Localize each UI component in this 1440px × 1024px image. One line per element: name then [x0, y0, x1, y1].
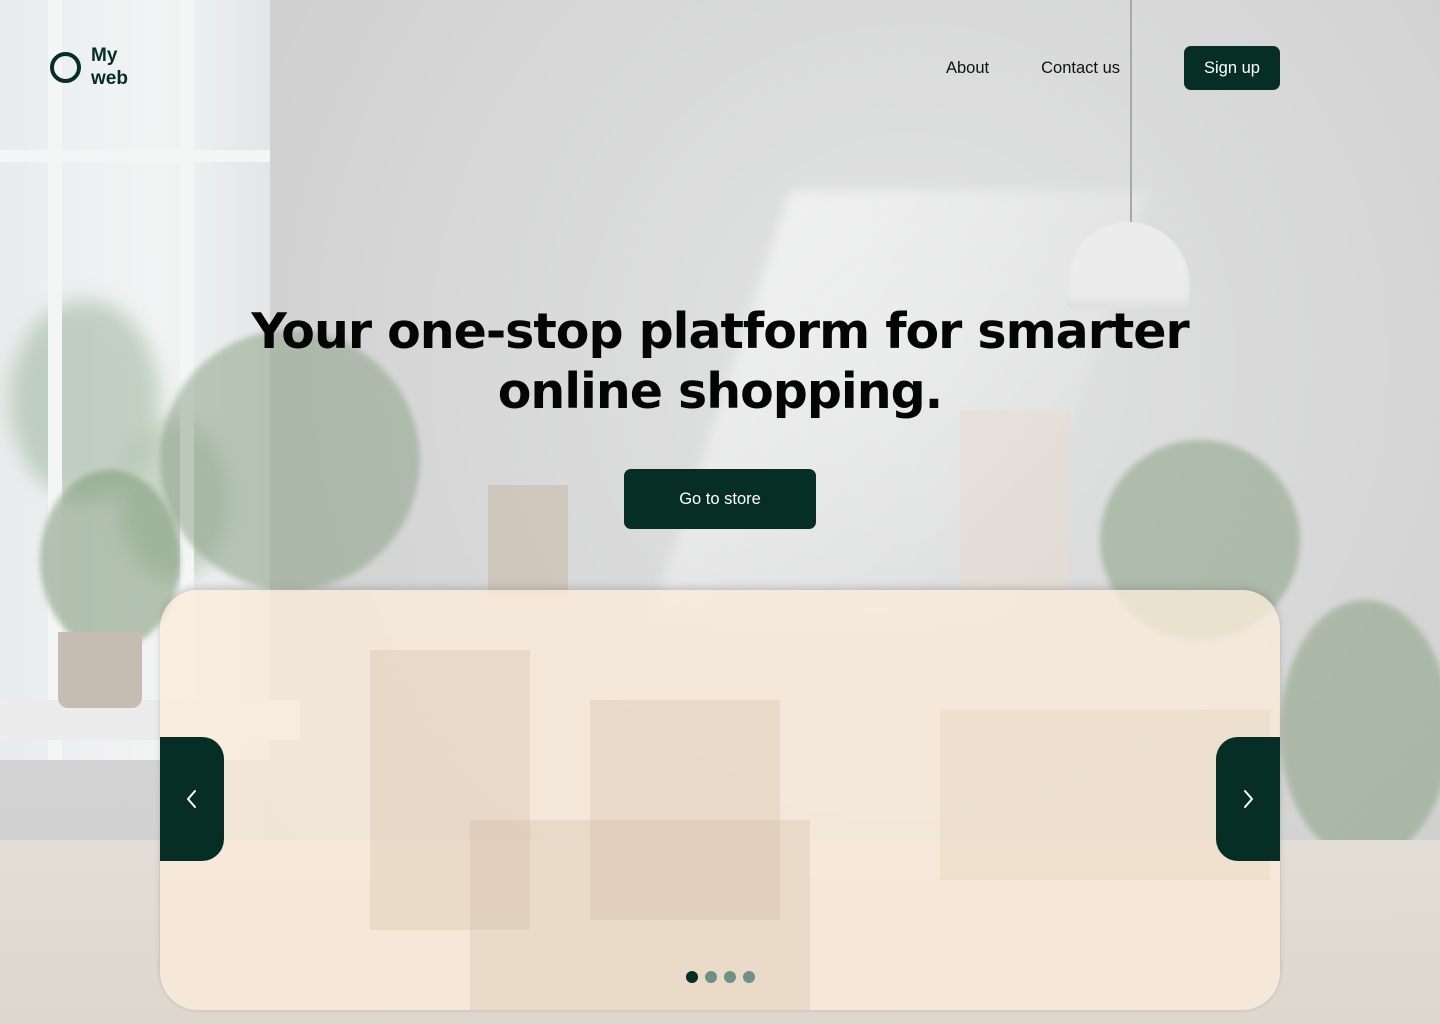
chevron-left-icon — [187, 790, 196, 808]
brand-name: My web — [91, 45, 128, 89]
carousel-dot-4[interactable] — [743, 971, 755, 983]
nav-link-about[interactable]: About — [946, 59, 989, 78]
logo-ring-icon — [50, 51, 81, 83]
carousel-dot-1[interactable] — [686, 971, 698, 983]
go-to-store-button[interactable]: Go to store — [624, 469, 816, 529]
hero-headline: Your one-stop platform for smarter onlin… — [251, 303, 1189, 420]
carousel-pagination — [686, 971, 755, 983]
carousel-dot-2[interactable] — [705, 971, 717, 983]
brand-logo[interactable]: My web — [50, 44, 141, 90]
carousel-prev-button[interactable] — [160, 737, 224, 861]
carousel-dot-3[interactable] — [724, 971, 736, 983]
top-nav: About Contact us Sign up — [946, 46, 1280, 90]
carousel-next-button[interactable] — [1216, 737, 1280, 861]
product-carousel — [160, 590, 1280, 1010]
nav-link-contact[interactable]: Contact us — [1041, 59, 1120, 78]
signup-button[interactable]: Sign up — [1184, 46, 1280, 90]
chevron-right-icon — [1244, 790, 1253, 808]
